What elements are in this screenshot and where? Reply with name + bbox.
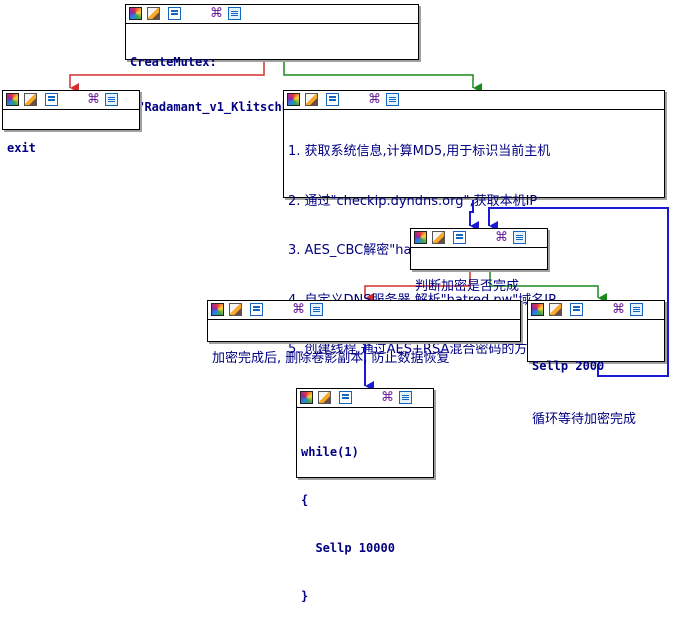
document-icon[interactable] [513, 231, 526, 244]
action-line: 加密完成后, 删除卷影副本, 防止数据恢复 [212, 351, 450, 366]
node-toolbar: ⌘ [528, 301, 664, 320]
chart-icon[interactable] [339, 391, 352, 404]
pencil-icon[interactable] [24, 93, 37, 106]
code-line: exit [7, 141, 36, 155]
comment-line: 循环等待加密完成 [532, 412, 637, 427]
node-text: exit [3, 110, 139, 188]
node-sleep-wait[interactable]: ⌘ Sellp 2000 循环等待加密完成 [527, 300, 665, 427]
palette-icon[interactable] [129, 7, 142, 20]
chart-icon[interactable] [250, 303, 263, 316]
palette-icon[interactable] [531, 303, 544, 316]
node-init-steps[interactable]: ⌘ 1. 获取系统信息,计算MD5,用于标识当前主机 2. 通过"checkip… [283, 90, 665, 357]
pencil-icon[interactable] [549, 303, 562, 316]
palette-icon[interactable] [300, 391, 313, 404]
chart-icon[interactable] [570, 303, 583, 316]
palette-icon[interactable] [414, 231, 427, 244]
document-icon[interactable] [105, 93, 118, 106]
document-icon[interactable] [399, 391, 412, 404]
graph-icon[interactable]: ⌘ [381, 391, 394, 404]
code-line: while(1) [301, 445, 359, 459]
step-line: 1. 获取系统信息,计算MD5,用于标识当前主机 [288, 144, 551, 159]
graph-icon[interactable]: ⌘ [368, 93, 381, 106]
node-toolbar: ⌘ [126, 5, 418, 24]
document-icon[interactable] [310, 303, 323, 316]
document-icon[interactable] [228, 7, 241, 20]
node-toolbar: ⌘ [284, 91, 664, 110]
node-toolbar: ⌘ [208, 301, 520, 320]
graph-icon[interactable]: ⌘ [210, 7, 223, 20]
code-line: { [301, 493, 309, 507]
code-line: Sellp 2000 [532, 359, 605, 373]
pencil-icon[interactable] [305, 93, 318, 106]
palette-icon[interactable] [211, 303, 224, 316]
node-check-done[interactable]: ⌘ 判断加密是否完成 [410, 228, 548, 294]
node-text: 加密完成后, 删除卷影副本, 防止数据恢复 [208, 320, 520, 398]
palette-icon[interactable] [6, 93, 19, 106]
step-line: 2. 通过"checkip.dyndns.org",获取本机IP [288, 193, 538, 209]
pencil-icon[interactable] [229, 303, 242, 316]
graph-icon[interactable]: ⌘ [87, 93, 100, 106]
chart-icon[interactable] [45, 93, 58, 106]
condition-line: 判断加密是否完成 [415, 279, 520, 294]
code-line: Sellp 10000 [301, 541, 395, 555]
node-toolbar: ⌘ [3, 91, 139, 110]
node-text: Sellp 2000 循环等待加密完成 [528, 320, 664, 467]
node-text: while(1) { Sellp 10000 } [297, 408, 433, 638]
chart-icon[interactable] [168, 7, 181, 20]
palette-icon[interactable] [287, 93, 300, 106]
node-infinite-loop[interactable]: ⌘ while(1) { Sellp 10000 } [296, 388, 434, 603]
graph-icon[interactable]: ⌘ [292, 303, 305, 316]
node-exit[interactable]: ⌘ exit [2, 90, 140, 155]
node-after-encrypt[interactable]: ⌘ 加密完成后, 删除卷影副本, 防止数据恢复 [207, 300, 521, 366]
pencil-icon[interactable] [432, 231, 445, 244]
document-icon[interactable] [630, 303, 643, 316]
graph-icon[interactable]: ⌘ [612, 303, 625, 316]
graph-icon[interactable]: ⌘ [495, 231, 508, 244]
code-line: CreateMutex: [130, 55, 217, 69]
pencil-icon[interactable] [147, 7, 160, 20]
node-toolbar: ⌘ [297, 389, 433, 408]
node-toolbar: ⌘ [411, 229, 547, 248]
code-line: } [301, 589, 309, 603]
node-create-mutex[interactable]: ⌘ CreateMutex: ("Radamant_v1_Klitschko_n… [125, 4, 419, 114]
pencil-icon[interactable] [318, 391, 331, 404]
chart-icon[interactable] [326, 93, 339, 106]
document-icon[interactable] [386, 93, 399, 106]
chart-icon[interactable] [453, 231, 466, 244]
